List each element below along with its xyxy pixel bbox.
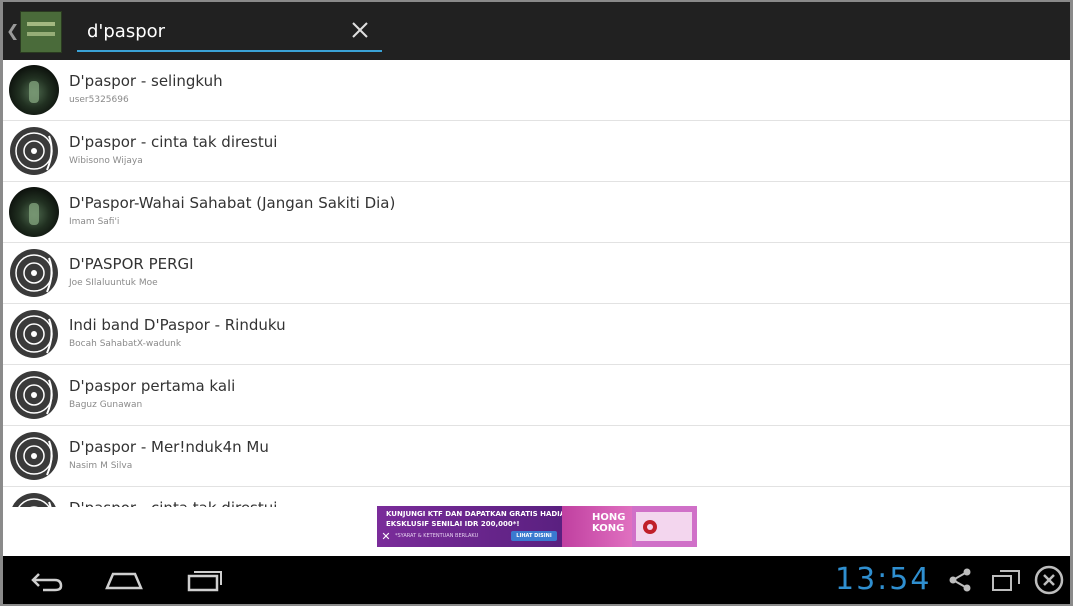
- ad-cta-button[interactable]: LIHAT DISINI: [511, 531, 557, 541]
- ad-brand: HONG KONG: [592, 512, 625, 534]
- search-input[interactable]: [87, 18, 327, 44]
- results-list: D'paspor - selingkuh user5325696 D'paspo…: [3, 60, 1070, 507]
- track-title: D'paspor pertama kali: [69, 377, 236, 395]
- track-user: Bocah SahabatX-wadunk: [69, 339, 182, 349]
- track-user: Joe SIlaluuntuk Moe: [69, 278, 158, 288]
- flower-icon: [643, 520, 657, 534]
- list-item[interactable]: D'PASPOR PERGI Joe SIlaluuntuk Moe: [3, 243, 1070, 304]
- ad-sponsor: [632, 506, 697, 547]
- track-title: D'paspor - Mer!nduk4n Mu: [69, 438, 269, 456]
- vinyl-icon: [10, 127, 58, 175]
- list-item[interactable]: D'paspor pertama kali Baguz Gunawan: [3, 365, 1070, 426]
- list-item[interactable]: D'paspor - cinta tak direstui: [3, 487, 1070, 507]
- track-title: D'PASPOR PERGI: [69, 255, 194, 273]
- track-title: D'paspor - selingkuh: [69, 72, 223, 90]
- vinyl-icon: [12, 493, 56, 507]
- track-title: D'paspor - cinta tak direstui: [69, 133, 278, 151]
- vinyl-icon: [10, 249, 58, 297]
- ad-banner[interactable]: KUNJUNGI KTF DAN DAPATKAN GRATIS HADIAH …: [377, 506, 697, 547]
- list-item[interactable]: D'paspor - selingkuh user5325696: [3, 60, 1070, 121]
- action-bar: ❮: [3, 2, 1070, 60]
- track-title: Indi band D'Paspor - Rinduku: [69, 316, 286, 334]
- recent-apps-icon[interactable]: [185, 566, 225, 594]
- list-item[interactable]: Indi band D'Paspor - Rinduku Bocah Sahab…: [3, 304, 1070, 365]
- track-artwork: [9, 65, 59, 115]
- chevron-left-icon[interactable]: ❮: [6, 20, 19, 42]
- vinyl-icon: [10, 310, 58, 358]
- close-icon[interactable]: [350, 20, 370, 40]
- track-title: D'Paspor-Wahai Sahabat (Jangan Sakiti Di…: [69, 194, 396, 212]
- share-icon[interactable]: [947, 567, 973, 593]
- ad-brand-line2: KONG: [592, 523, 625, 534]
- track-user: Wibisono Wijaya: [69, 156, 143, 166]
- close-icon[interactable]: ✕: [379, 530, 393, 544]
- list-item[interactable]: D'paspor - cinta tak direstui Wibisono W…: [3, 121, 1070, 182]
- ad-fine-print: *SYARAT & KETENTUAN BERLAKU: [395, 533, 479, 539]
- ad-image: HONG KONG: [562, 506, 632, 547]
- home-icon[interactable]: [103, 566, 145, 594]
- search-field: [77, 12, 382, 52]
- close-app-icon[interactable]: [1033, 564, 1065, 596]
- ad-subheadline: EKSKLUSIF SENILAI IDR 200,000*!: [386, 520, 520, 528]
- ad-panel: KUNJUNGI KTF DAN DAPATKAN GRATIS HADIAH …: [377, 506, 571, 547]
- track-user: Baguz Gunawan: [69, 400, 143, 410]
- track-title: D'paspor - cinta tak direstui: [69, 499, 277, 507]
- vinyl-icon: [10, 432, 58, 480]
- back-icon[interactable]: [25, 566, 65, 594]
- status-clock: 13:54: [835, 562, 932, 597]
- list-item[interactable]: D'Paspor-Wahai Sahabat (Jangan Sakiti Di…: [3, 182, 1070, 243]
- ad-brand-line1: HONG: [592, 512, 626, 523]
- system-nav-bar: 13:54: [3, 556, 1070, 604]
- track-artwork: [9, 187, 59, 237]
- track-user: Imam Safi'i: [69, 217, 120, 227]
- list-item[interactable]: D'paspor - Mer!nduk4n Mu Nasim M Silva: [3, 426, 1070, 487]
- screen-rotate-icon[interactable]: [990, 566, 1022, 594]
- app-logo[interactable]: [20, 11, 62, 53]
- ad-headline: KUNJUNGI KTF DAN DAPATKAN GRATIS HADIAH: [386, 510, 572, 518]
- track-user: Nasim M Silva: [69, 461, 133, 471]
- vinyl-icon: [10, 371, 58, 419]
- ad-sponsor-logo: [636, 512, 692, 541]
- track-user: user5325696: [69, 95, 129, 105]
